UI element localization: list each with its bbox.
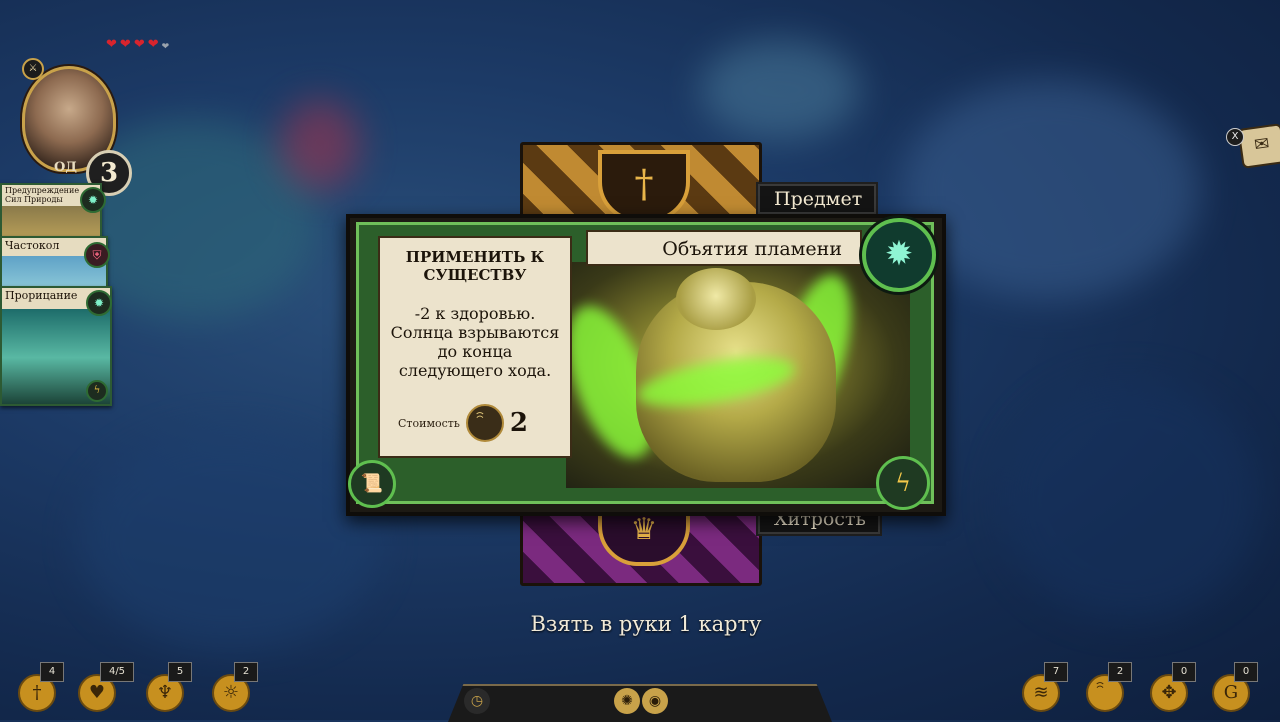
scroll-icon[interactable]: 📜 — [348, 460, 396, 508]
swirl-icon: ꩰ — [465, 404, 504, 442]
card-cost: Стоимость ꩰ 2 — [398, 404, 528, 442]
bolt-icon[interactable]: ϟ — [876, 456, 930, 510]
hand-card-title: Частокол — [5, 239, 60, 252]
stat-coin: G 0 — [1212, 662, 1258, 712]
hand-card[interactable]: Прорицание ✹ ϟ — [0, 286, 112, 406]
hand-card-title: Прорицание — [5, 289, 78, 302]
stat-count: 4 — [40, 662, 64, 682]
background-blur — [280, 100, 360, 190]
action-points-label: ОД — [54, 160, 77, 175]
background-blur — [700, 40, 860, 140]
card-name: Объятия пламени — [586, 230, 862, 266]
stat-count: 2 — [1108, 662, 1132, 682]
sun-icon[interactable]: ✺ — [614, 688, 640, 714]
timer-icon[interactable]: ◷ — [464, 688, 490, 714]
sun-icon: ✹ — [862, 218, 936, 292]
x-key-hint: X — [1226, 128, 1244, 146]
stat-chalice: ♆ 5 — [146, 662, 192, 712]
tab-item[interactable]: Предмет — [756, 182, 879, 216]
sun-icon: ✹ — [80, 187, 106, 213]
sun-icon: ✹ — [86, 290, 112, 316]
quest-scroll-button[interactable]: ✉ — [1237, 123, 1280, 169]
heart-icon: ❤ — [106, 37, 117, 52]
stat-count: 2 — [234, 662, 258, 682]
hand-card-title: Предупреждение Сил Природы — [5, 186, 80, 204]
stat-count: 4/5 — [100, 662, 134, 682]
hand-card[interactable]: Предупреждение Сил Природы ✹ — [0, 183, 106, 239]
stat-count: 0 — [1234, 662, 1258, 682]
heart-icon: ❤ — [133, 37, 145, 52]
stat-heart: ♥ 4/5 — [78, 662, 134, 712]
stat-swirl: ꩰ 2 — [1086, 662, 1132, 712]
bear-head — [676, 268, 756, 330]
card-text-panel: ПРИМЕНИТЬ К СУЩЕСТВУ -2 к здоровью. Солн… — [378, 236, 572, 458]
hand-card[interactable]: Частокол ⛨ — [0, 236, 110, 292]
stat-count: 5 — [168, 662, 192, 682]
card-body: -2 к здоровью. Солнца взрываются до конц… — [390, 304, 560, 380]
stat-count: 7 — [1044, 662, 1068, 682]
sword-icon: ⚔ — [22, 58, 44, 80]
heart-empty-icon: ❤ — [161, 42, 170, 52]
stat-sword: † 4 — [18, 662, 64, 712]
stat-wind: ≋ 7 — [1022, 662, 1068, 712]
stat-flame: ☼ 2 — [212, 662, 258, 712]
bolt-icon: ϟ — [86, 380, 108, 402]
shield-icon: ⛨ — [84, 242, 110, 268]
cost-value: 2 — [509, 408, 528, 438]
stat-paw: ✥ 0 — [1150, 662, 1196, 712]
beast-icon[interactable]: ◉ — [642, 688, 668, 714]
dagger-icon: † — [598, 150, 690, 222]
bottom-bar — [448, 684, 832, 722]
heart-icon: ❤ — [147, 37, 159, 52]
cost-label: Стоимость — [398, 416, 460, 430]
stat-count: 0 — [1172, 662, 1196, 682]
card-heading: ПРИМЕНИТЬ К СУЩЕСТВУ — [405, 248, 545, 284]
heart-icon: ❤ — [119, 37, 131, 52]
action-description: Взять в руки 1 карту — [530, 612, 762, 636]
card-art — [566, 262, 910, 488]
background-blur — [1000, 380, 1260, 620]
health-hearts: ❤ ❤ ❤ ❤ ❤ — [106, 38, 169, 54]
